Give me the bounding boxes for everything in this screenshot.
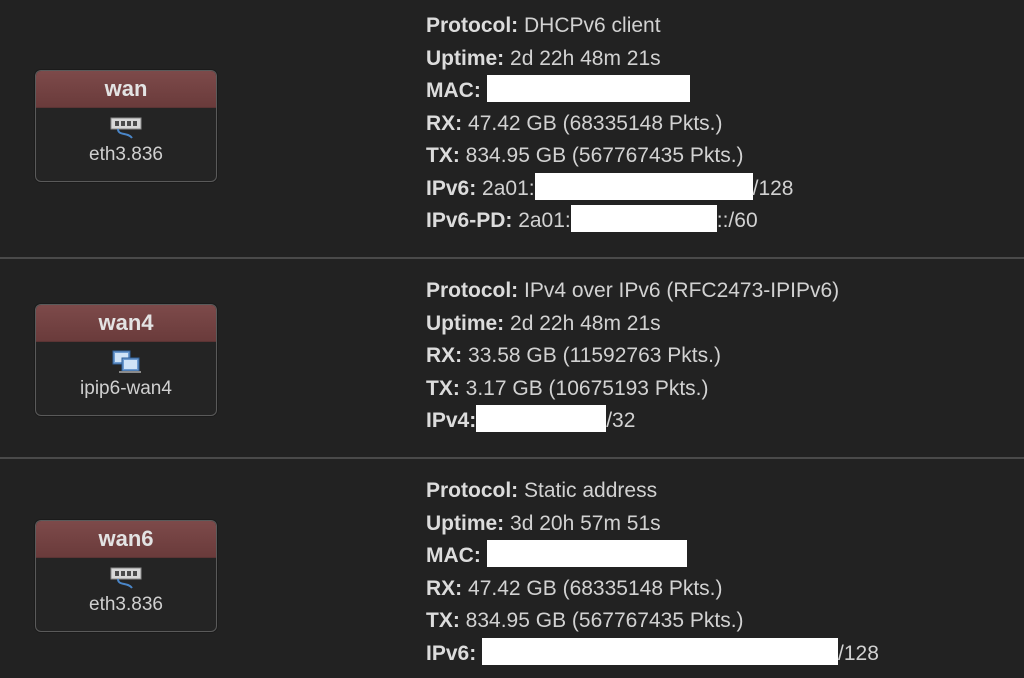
interface-device: eth3.836 xyxy=(89,594,163,615)
interface-device: ipip6-wan4 xyxy=(80,378,172,399)
interface-name: wan6 xyxy=(36,521,216,558)
info-protocol: Protocol: IPv4 over IPv6 (RFC2473-IPIPv6… xyxy=(426,279,840,302)
info-rx: RX: 47.42 GB (68335148 Pkts.) xyxy=(426,111,723,135)
info-ipv6: IPv6: 2a01:/128 xyxy=(426,172,793,206)
interface-badge-wan[interactable]: wan eth3.836 xyxy=(35,70,217,182)
info-mac: MAC: xyxy=(426,75,793,108)
info-ipv4: IPv4:/32 xyxy=(426,405,839,438)
info-uptime: Uptime: 2d 22h 48m 21s xyxy=(426,46,661,70)
redaction-box xyxy=(476,405,607,432)
info-uptime: Uptime: 3d 20h 57m 51s xyxy=(426,511,661,535)
interface-name: wan4 xyxy=(36,305,216,342)
interface-row-wan4: wan4 ipip6-wan4 Protocol: IPv4 over IPv6… xyxy=(0,259,1024,457)
interface-info: Protocol: DHCPv6 client Uptime: 2d 22h 4… xyxy=(426,10,793,238)
info-rx: RX: 33.58 GB (11592763 Pkts.) xyxy=(426,344,721,367)
tunnel-network-icon xyxy=(112,350,141,373)
info-ipv6: IPv6: /128 xyxy=(426,637,879,671)
info-mac: MAC: xyxy=(426,540,879,573)
info-rx: RX: 47.42 GB (68335148 Pkts.) xyxy=(426,576,723,600)
interface-device: eth3.836 xyxy=(89,144,163,165)
interface-row-wan: wan eth3.836 Protocol: DHCPv6 client Upt… xyxy=(0,0,1024,257)
info-tx: TX: 3.17 GB (10675193 Pkts.) xyxy=(426,376,709,400)
info-protocol: Protocol: Static address xyxy=(426,479,658,502)
interface-info: Protocol: IPv4 over IPv6 (RFC2473-IPIPv6… xyxy=(426,275,839,438)
interface-badge-wan4[interactable]: wan4 ipip6-wan4 xyxy=(35,304,217,416)
ethernet-port-icon xyxy=(110,567,142,589)
interface-badge-wan6[interactable]: wan6 eth3.836 xyxy=(35,520,217,632)
redaction-box xyxy=(486,75,690,102)
info-protocol: Protocol: DHCPv6 client xyxy=(426,14,661,37)
info-tx: TX: 834.95 GB (567767435 Pkts.) xyxy=(426,144,744,167)
interface-row-wan6: wan6 eth3.836 Protocol: Static address U… xyxy=(0,459,1024,678)
redaction-box xyxy=(570,205,717,232)
info-uptime: Uptime: 2d 22h 48m 21s xyxy=(426,311,661,335)
redaction-box xyxy=(486,540,687,567)
info-tx: TX: 834.95 GB (567767435 Pkts.) xyxy=(426,609,744,632)
interface-info: Protocol: Static address Uptime: 3d 20h … xyxy=(426,475,879,670)
info-ipv6-pd: IPv6-PD: 2a01:::/60 xyxy=(426,205,793,238)
interface-name: wan xyxy=(36,71,216,108)
redaction-box xyxy=(482,637,839,665)
redaction-box xyxy=(534,172,753,200)
ethernet-port-icon xyxy=(110,117,142,139)
